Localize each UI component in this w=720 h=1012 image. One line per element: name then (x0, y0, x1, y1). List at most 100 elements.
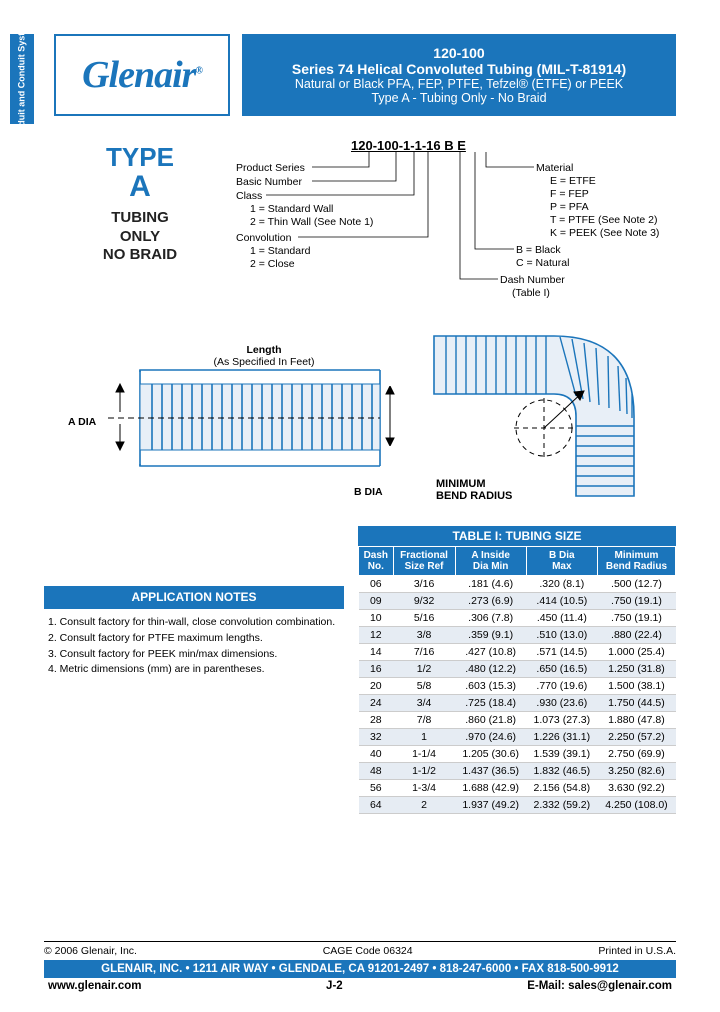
table-cell: 12 (359, 627, 394, 644)
table-cell: .427 (10.8) (455, 644, 526, 661)
note-item: 3. Consult factory for PEEK min/max dime… (48, 647, 340, 663)
table-cell: 1-1/4 (393, 746, 455, 763)
pn-conv1: 1 = Standard (250, 245, 310, 257)
logo-name: Glenair (82, 54, 195, 96)
website: www.glenair.com (48, 980, 142, 992)
tubing-table: TABLE I: TUBING SIZE Dash No. Fractional… (358, 526, 676, 814)
table-cell: 1.832 (46.5) (526, 763, 597, 780)
table-row: 287/8.860 (21.8)1.073 (27.3)1.880 (47.8) (359, 712, 676, 729)
table-row: 321.970 (24.6)1.226 (31.1)2.250 (57.2) (359, 729, 676, 746)
length-diagram: Length (As Specified In Feet) A DIA (44, 326, 384, 516)
type-line1: TYPE (44, 144, 236, 171)
table-cell: 1.000 (25.4) (597, 644, 675, 661)
pn-basic-number: Basic Number (236, 176, 302, 188)
diagram-row: Length (As Specified In Feet) A DIA (44, 326, 676, 516)
type-line3: TUBING (44, 209, 236, 228)
table-row: 6421.937 (49.2)2.332 (59.2)4.250 (108.0) (359, 797, 676, 814)
table-row: 105/16.306 (7.8).450 (11.4).750 (19.1) (359, 610, 676, 627)
type-desc: TUBING ONLY NO BRAID (44, 209, 236, 265)
th-b: B Dia Max (526, 547, 597, 576)
table-cell: 1/2 (393, 661, 455, 678)
table-cell: 1.500 (38.1) (597, 678, 675, 695)
footer: © 2006 Glenair, Inc. CAGE Code 06324 Pri… (44, 941, 676, 992)
table-cell: 3.250 (82.6) (597, 763, 675, 780)
table-cell: 7/8 (393, 712, 455, 729)
part-number-section: TYPE A TUBING ONLY NO BRAID 120-100-1-1-… (44, 138, 676, 318)
table-cell: .750 (19.1) (597, 610, 675, 627)
logo-text: Glenair® (82, 53, 202, 97)
table-cell: .450 (11.4) (526, 610, 597, 627)
table-cell: 1.880 (47.8) (597, 712, 675, 729)
table-cell: .500 (12.7) (597, 576, 675, 593)
footer-top: © 2006 Glenair, Inc. CAGE Code 06324 Pri… (44, 941, 676, 957)
page-number: J-2 (326, 980, 343, 992)
table-body: 063/16.181 (4.6).320 (8.1).500 (12.7)099… (359, 576, 676, 814)
note-item: 4. Metric dimensions (mm) are in parenth… (48, 662, 340, 678)
table-cell: 40 (359, 746, 394, 763)
table-row: 243/4.725 (18.4).930 (23.6)1.750 (44.5) (359, 695, 676, 712)
cage-code: CAGE Code 06324 (323, 945, 413, 957)
pn-product-series: Product Series (236, 162, 305, 174)
pn-mat-e: E = ETFE (550, 175, 596, 187)
table-box: TABLE I: TUBING SIZE Dash No. Fractional… (358, 526, 676, 814)
table-cell: 5/8 (393, 678, 455, 695)
table-cell: 2.332 (59.2) (526, 797, 597, 814)
pn-color-b: B = Black (516, 244, 561, 256)
table-cell: .414 (10.5) (526, 593, 597, 610)
note-item: 2. Consult factory for PTFE maximum leng… (48, 631, 340, 647)
b-dia-label: B DIA (354, 486, 383, 498)
logo-reg: ® (195, 65, 201, 76)
pn-mat-p: P = PFA (550, 201, 589, 213)
table-row: 401-1/41.205 (30.6)1.539 (39.1)2.750 (69… (359, 746, 676, 763)
notes-body: 1. Consult factory for thin-wall, close … (44, 608, 344, 682)
table-cell: 1.437 (36.5) (455, 763, 526, 780)
title-series: Series 74 Helical Convoluted Tubing (MIL… (250, 61, 668, 77)
table-cell: 2.250 (57.2) (597, 729, 675, 746)
title-box: 120-100 Series 74 Helical Convoluted Tub… (242, 34, 676, 116)
table-cell: 1-3/4 (393, 780, 455, 797)
table-cell: .480 (12.2) (455, 661, 526, 678)
table-cell: 2.156 (54.8) (526, 780, 597, 797)
table-cell: 24 (359, 695, 394, 712)
type-a-label: TYPE A TUBING ONLY NO BRAID (44, 138, 236, 318)
table-cell: 7/16 (393, 644, 455, 661)
lower-row: APPLICATION NOTES 1. Consult factory for… (44, 526, 676, 814)
table-cell: 3/16 (393, 576, 455, 593)
table-cell: 48 (359, 763, 394, 780)
title-partnum: 120-100 (250, 45, 668, 61)
table-cell: .603 (15.3) (455, 678, 526, 695)
table-cell: .650 (16.5) (526, 661, 597, 678)
table-cell: 9/32 (393, 593, 455, 610)
table-cell: 4.250 (108.0) (597, 797, 675, 814)
type-line5: NO BRAID (44, 246, 236, 265)
pn-conv2: 2 = Close (250, 258, 295, 270)
title-materials: Natural or Black PFA, FEP, PTFE, Tefzel®… (250, 77, 668, 91)
table-cell: 56 (359, 780, 394, 797)
copyright: © 2006 Glenair, Inc. (44, 945, 137, 957)
part-number-diagram: 120-100-1-1-16 B E Product Series Basic … (236, 138, 676, 318)
table-cell: 2.750 (69.9) (597, 746, 675, 763)
table-cell: 14 (359, 644, 394, 661)
logo-box: Glenair® (54, 34, 230, 116)
table-cell: .306 (7.8) (455, 610, 526, 627)
table-cell: 1.688 (42.9) (455, 780, 526, 797)
table-cell: 3/8 (393, 627, 455, 644)
table-cell: .571 (14.5) (526, 644, 597, 661)
table-cell: 1.937 (49.2) (455, 797, 526, 814)
pn-class2: 2 = Thin Wall (See Note 1) (250, 216, 373, 228)
table-cell: 3.630 (92.2) (597, 780, 675, 797)
table-cell: .320 (8.1) (526, 576, 597, 593)
table-cell: 1.250 (31.8) (597, 661, 675, 678)
table-cell: 20 (359, 678, 394, 695)
pn-mat-k: K = PEEK (See Note 3) (550, 227, 659, 239)
table-cell: 64 (359, 797, 394, 814)
table-cell: 1.750 (44.5) (597, 695, 675, 712)
pn-convolution: Convolution (236, 232, 291, 244)
table-cell: .181 (4.6) (455, 576, 526, 593)
table-cell: 10 (359, 610, 394, 627)
th-dash: Dash No. (359, 547, 394, 576)
table-cell: .930 (23.6) (526, 695, 597, 712)
table-cell: 28 (359, 712, 394, 729)
title-type: Type A - Tubing Only - No Braid (250, 91, 668, 105)
table-row: 123/8.359 (9.1).510 (13.0).880 (22.4) (359, 627, 676, 644)
